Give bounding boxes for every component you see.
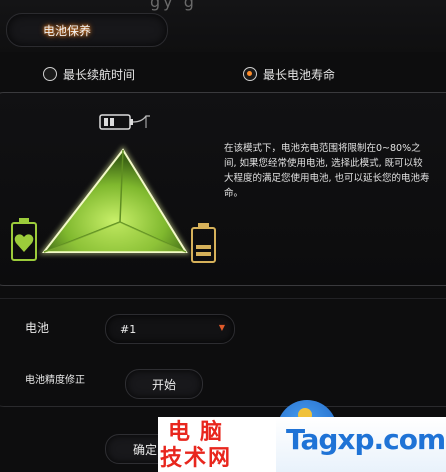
battery-select[interactable]: #1 ▼ <box>105 314 235 344</box>
radio-selected-icon[interactable] <box>243 67 257 81</box>
radio-longest-runtime[interactable]: 最长续航时间 <box>43 65 135 83</box>
divider <box>0 298 446 299</box>
mode-description: 在该模式下，电池充电范围将限制在0~80%之间, 如果您经常使用电池, 选择此模… <box>224 143 430 199</box>
battery-triangle-illustration <box>11 114 216 263</box>
chevron-down-icon[interactable]: ▼ <box>219 323 225 332</box>
plug-battery-icon <box>99 114 150 130</box>
calibration-label: 电池精度修正 <box>25 375 85 386</box>
watermark-site: Tagxp.com <box>286 423 446 456</box>
top-title-fragment: gy g <box>150 0 197 11</box>
battery-select-value: #1 <box>120 323 137 336</box>
radio-circle-icon[interactable] <box>43 67 57 81</box>
watermark-text-line2: 技术网 <box>160 446 233 471</box>
tab-label: 电池保养 <box>43 24 92 38</box>
radio-label: 最长电池寿命 <box>263 67 336 82</box>
heart-battery-icon <box>11 218 37 261</box>
radio-longest-battery-life[interactable]: 最长电池寿命 <box>243 65 335 83</box>
gold-battery-icon <box>191 223 216 263</box>
start-calibration-button[interactable]: 开始 <box>125 369 203 399</box>
radio-label: 最长续航时间 <box>63 67 136 82</box>
tab-battery-care[interactable]: 电池保养 <box>6 13 168 47</box>
battery-label: 电池 <box>25 321 50 335</box>
